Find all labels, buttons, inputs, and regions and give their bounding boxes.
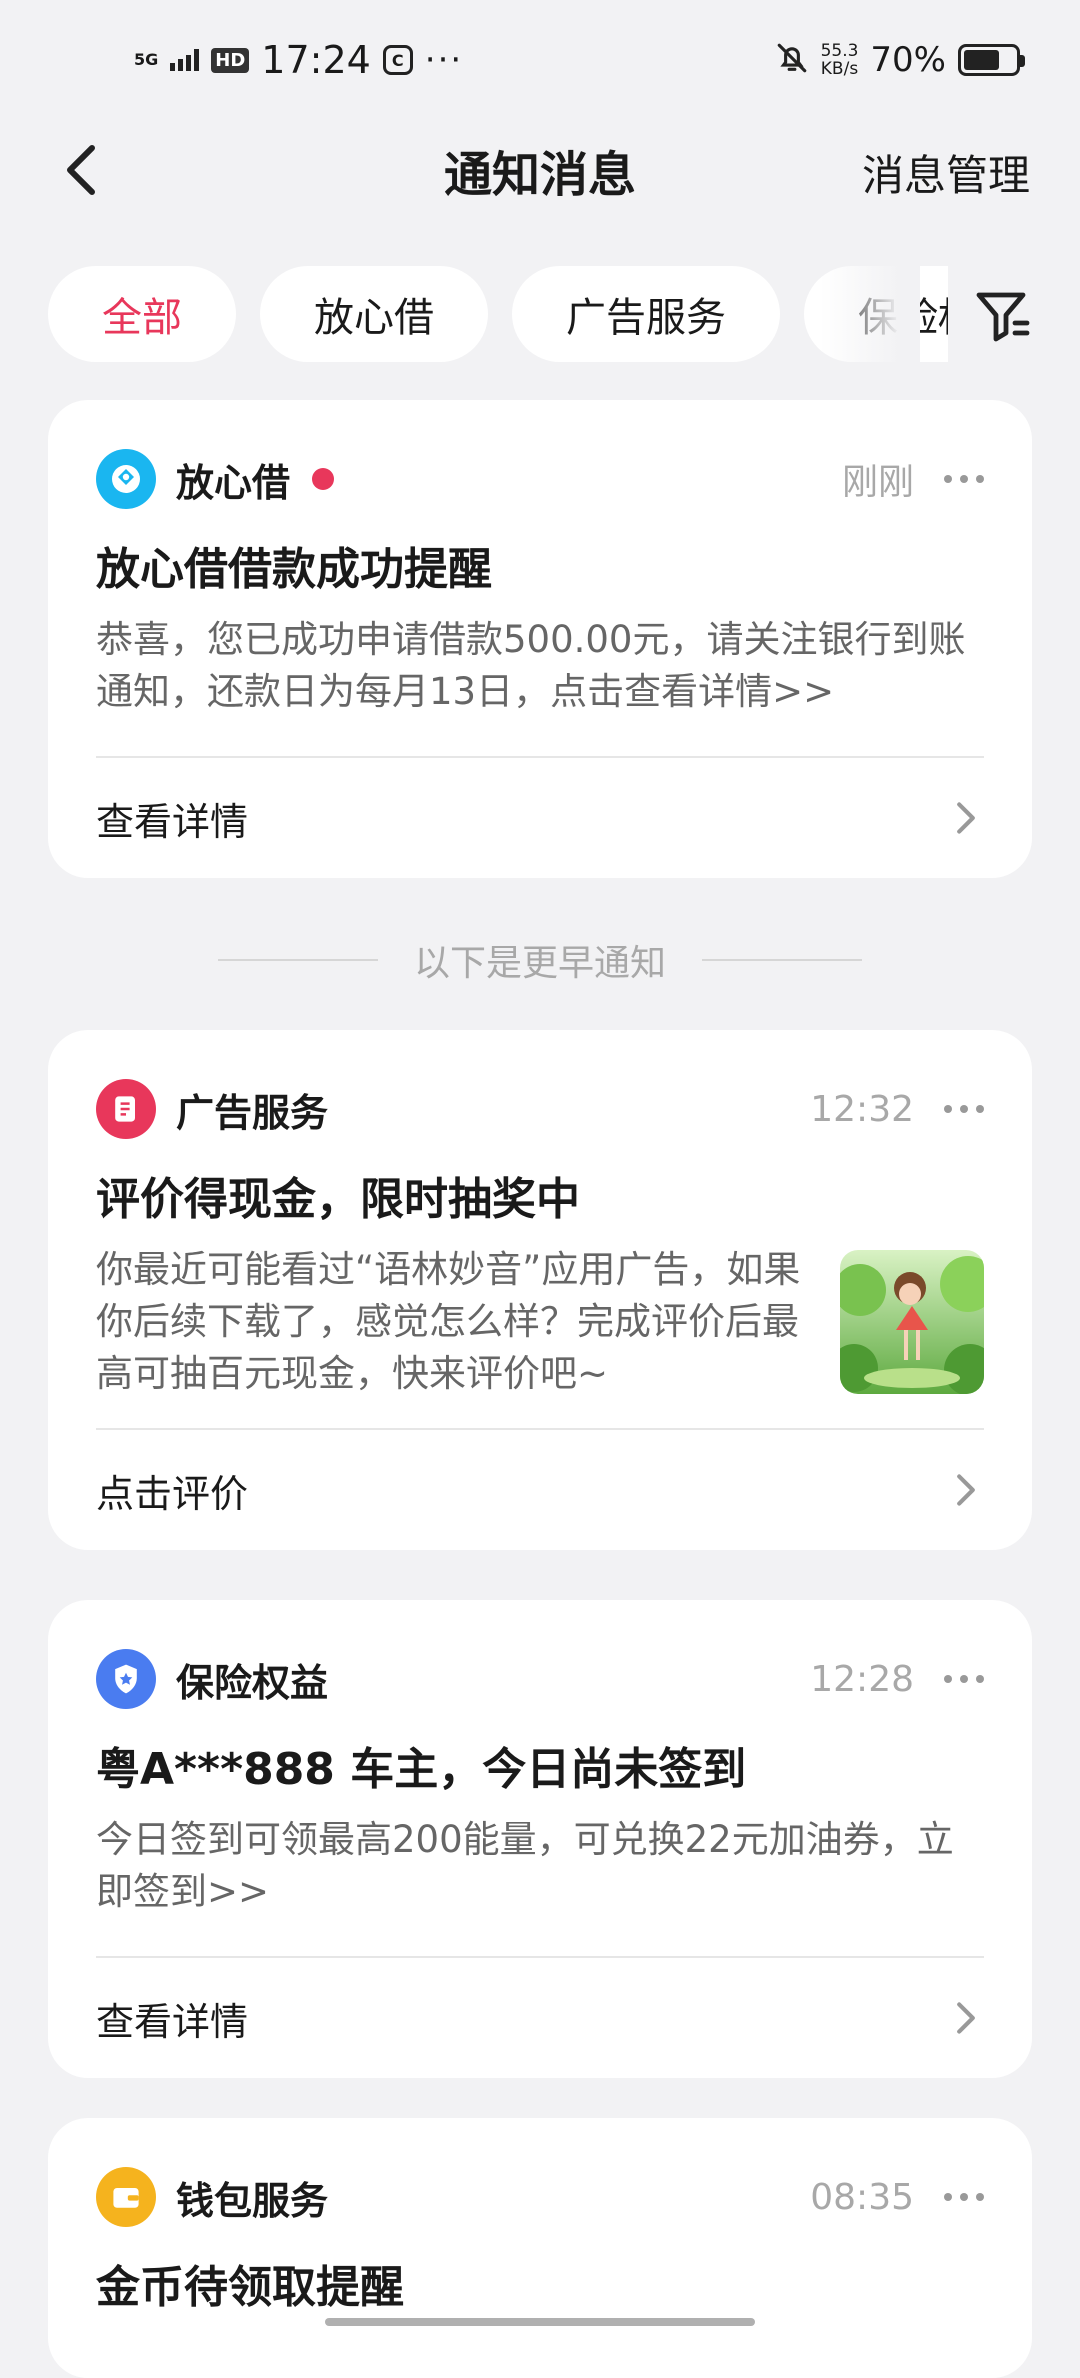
tab-fangxinjie[interactable]: 放心借 <box>260 266 488 362</box>
hd-icon: HD <box>211 48 249 73</box>
chevron-left-icon <box>62 142 102 198</box>
chevron-right-icon <box>948 1472 984 1508</box>
action-label: 查看详情 <box>96 1991 248 2046</box>
network-speed: 55.3 KB/s <box>821 42 859 78</box>
notification-body: 你最近可能看过“语林妙音”应用广告，如果你后续下载了，感觉怎么样？完成评价后最高… <box>96 1244 810 1400</box>
page-title: 通知消息 <box>444 135 636 205</box>
tab-all[interactable]: 全部 <box>48 266 236 362</box>
more-options-icon[interactable] <box>944 1105 984 1113</box>
timestamp: 12:32 <box>810 1089 914 1130</box>
home-indicator[interactable] <box>325 2318 755 2326</box>
tab-ad-service[interactable]: 广告服务 <box>512 266 780 362</box>
notification-card[interactable]: 广告服务 12:32 评价得现金，限时抽奖中 你最近可能看过“语林妙音”应用广告… <box>48 1030 1032 1550</box>
divider-line <box>702 959 862 961</box>
unread-dot <box>312 468 334 490</box>
action-label: 点击评价 <box>96 1463 248 1518</box>
status-bar: 5G HD 17:24 C ··· 55.3 KB/s 70% <box>0 0 1080 120</box>
app-name: 放心借 <box>176 452 290 507</box>
clock: 17:24 <box>261 38 371 82</box>
battery-percent: 70% <box>870 40 946 80</box>
ad-service-app-icon <box>96 1079 156 1139</box>
signal-icon <box>170 49 199 71</box>
notification-title: 粤A***888 车主，今日尚未签到 <box>96 1740 984 1800</box>
notification-title: 放心借借款成功提醒 <box>96 540 984 600</box>
network-indicator: 5G <box>134 52 158 68</box>
ad-thumbnail-image <box>840 1250 984 1394</box>
more-notifications-icon: ··· <box>425 40 463 80</box>
chevron-right-icon <box>948 2000 984 2036</box>
battery-icon <box>958 44 1020 76</box>
notification-card[interactable]: 保险权益 12:28 粤A***888 车主，今日尚未签到 今日签到可领最高20… <box>48 1600 1032 2078</box>
insurance-shield-icon <box>96 1649 156 1709</box>
app-name: 广告服务 <box>176 1082 328 1137</box>
chevron-right-icon <box>948 800 984 836</box>
timestamp: 刚刚 <box>842 453 914 505</box>
wallet-icon <box>96 2167 156 2227</box>
rate-now-row[interactable]: 点击评价 <box>96 1430 984 1550</box>
app-name: 保险权益 <box>176 1652 328 1707</box>
notification-body: 恭喜，您已成功申请借款500.00元，请关注银行到账通知，还款日为每月13日，点… <box>96 614 984 718</box>
filter-tabs: 全部 放心借 广告服务 保险权益 <box>48 266 948 362</box>
nav-bar: 通知消息 消息管理 <box>0 120 1080 220</box>
speed-value: 55.3 <box>821 42 859 60</box>
network-type: 5G <box>134 52 158 68</box>
message-settings-button[interactable]: 消息管理 <box>862 142 1030 203</box>
back-button[interactable] <box>52 140 112 200</box>
more-options-icon[interactable] <box>944 475 984 483</box>
timestamp: 08:35 <box>810 2177 914 2218</box>
filter-icon <box>973 285 1033 345</box>
app-name: 钱包服务 <box>176 2170 328 2225</box>
filter-button[interactable] <box>968 280 1038 350</box>
notification-card[interactable]: 钱包服务 08:35 金币待领取提醒 <box>48 2118 1032 2378</box>
battery-level <box>964 50 999 70</box>
earlier-notifications-divider: 以下是更早通知 <box>0 930 1080 990</box>
tabs-fade <box>820 266 920 362</box>
more-options-icon[interactable] <box>944 2193 984 2201</box>
divider-line <box>218 959 378 961</box>
view-details-row[interactable]: 查看详情 <box>96 758 984 878</box>
notification-title: 评价得现金，限时抽奖中 <box>96 1170 984 1230</box>
app-notification-icon: C <box>383 45 413 75</box>
notification-card[interactable]: 放心借 刚刚 放心借借款成功提醒 恭喜，您已成功申请借款500.00元，请关注银… <box>48 400 1032 878</box>
speed-unit: KB/s <box>821 60 859 78</box>
notification-title: 金币待领取提醒 <box>96 2258 984 2318</box>
notification-body: 今日签到可领最高200能量，可兑换22元加油券，立即签到>> <box>96 1814 984 1918</box>
fangxinjie-app-icon <box>96 449 156 509</box>
action-label: 查看详情 <box>96 791 248 846</box>
view-details-row[interactable]: 查看详情 <box>96 1958 984 2078</box>
timestamp: 12:28 <box>810 1659 914 1700</box>
mute-icon <box>775 41 809 79</box>
earlier-label: 以下是更早通知 <box>414 934 666 986</box>
more-options-icon[interactable] <box>944 1675 984 1683</box>
